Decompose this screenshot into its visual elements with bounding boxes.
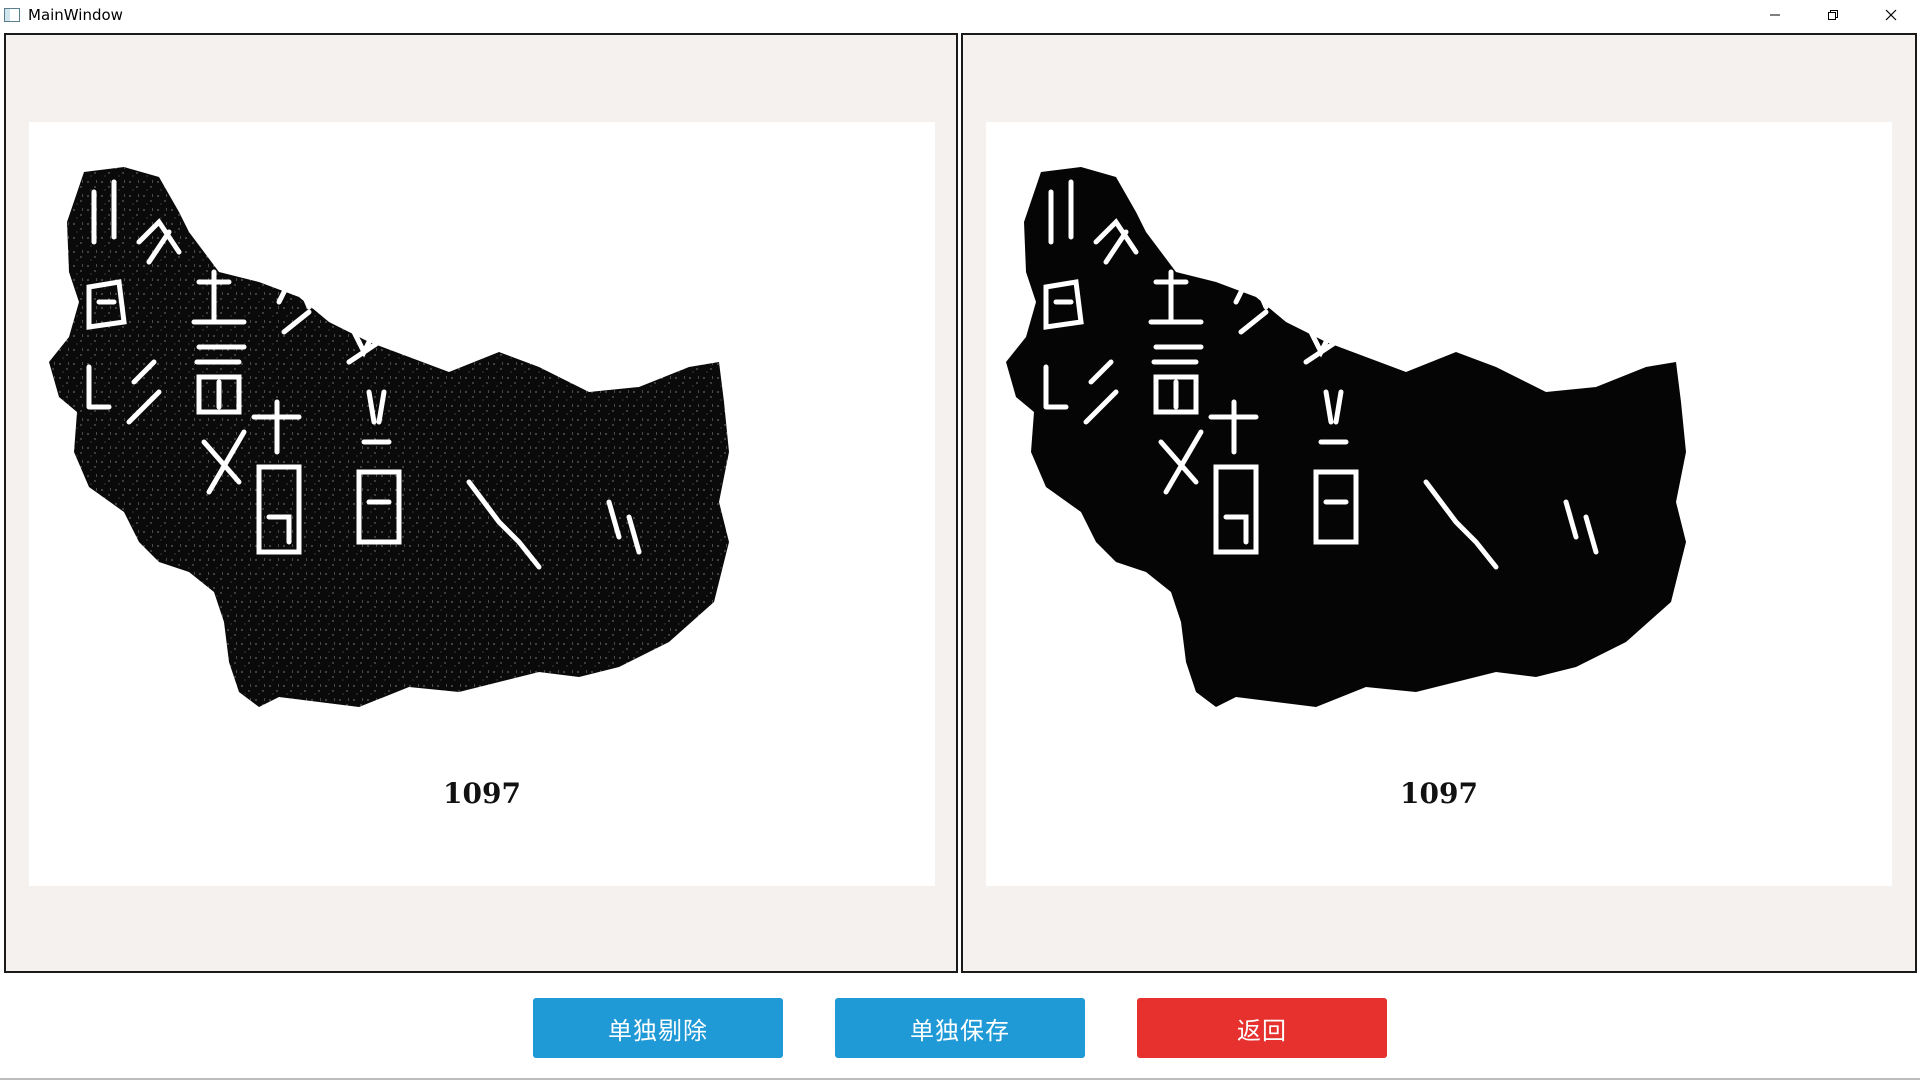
close-icon bbox=[1885, 9, 1897, 21]
processed-image-panel: 1097 bbox=[961, 33, 1917, 973]
original-image-panel: 1097 bbox=[4, 33, 958, 973]
window-title: MainWindow bbox=[28, 6, 123, 24]
processed-rubbing-image bbox=[1006, 167, 1686, 707]
bone-fragment-shape bbox=[49, 167, 729, 707]
plate-number: 1097 bbox=[1400, 777, 1478, 810]
rubbing-image bbox=[49, 167, 729, 707]
processed-image: 1097 bbox=[986, 122, 1892, 886]
window-controls bbox=[1746, 0, 1920, 30]
back-button[interactable]: 返回 bbox=[1137, 998, 1387, 1058]
plate-number: 1097 bbox=[443, 777, 521, 810]
bone-fragment-shape bbox=[1006, 167, 1686, 707]
restore-icon bbox=[1828, 10, 1838, 20]
original-image: 1097 bbox=[29, 122, 935, 886]
restore-button[interactable] bbox=[1804, 0, 1862, 30]
minimize-icon bbox=[1770, 14, 1780, 16]
save-single-button[interactable]: 单独保存 bbox=[835, 998, 1085, 1058]
minimize-button[interactable] bbox=[1746, 0, 1804, 30]
close-button[interactable] bbox=[1862, 0, 1920, 30]
remove-single-button[interactable]: 单独剔除 bbox=[533, 998, 783, 1058]
title-bar: MainWindow bbox=[0, 0, 1920, 30]
app-icon bbox=[4, 8, 20, 22]
